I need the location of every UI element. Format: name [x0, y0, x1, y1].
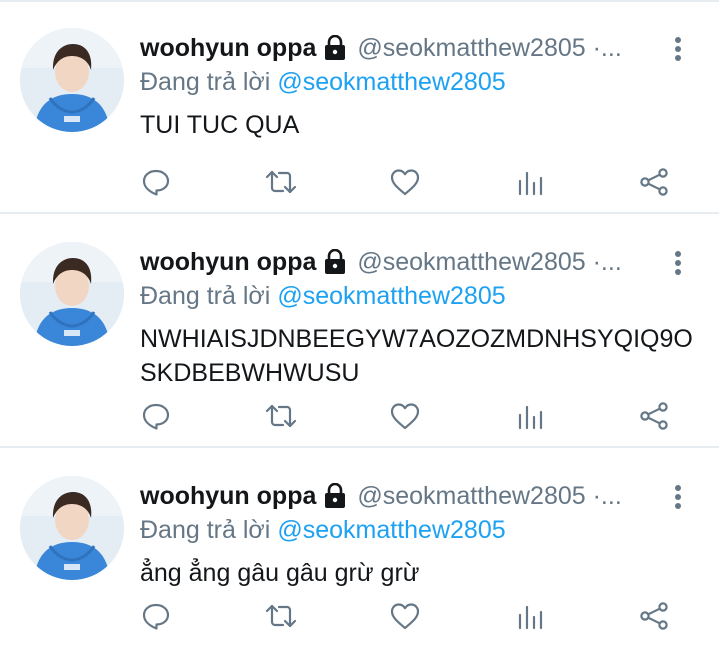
- tweet-header: woohyun oppa @seokmatthew2805 ·...: [140, 478, 622, 514]
- reply-prefix: Đang trả lời: [140, 281, 271, 310]
- tweet-feed: woohyun oppa @seokmatthew2805 ·... Đang …: [0, 0, 719, 649]
- tweet-text: NWHIAISJDNBEEGYW7AOZOZMDNHSYQIQ9OSKDBEBW…: [140, 325, 693, 387]
- retweet-icon[interactable]: [259, 596, 303, 636]
- share-icon[interactable]: [632, 596, 676, 636]
- tweet-actions: [0, 396, 719, 436]
- avatar[interactable]: [20, 476, 124, 580]
- display-name[interactable]: woohyun oppa: [140, 34, 316, 63]
- more-vertical-icon[interactable]: [664, 248, 692, 278]
- display-name[interactable]: woohyun oppa: [140, 248, 316, 277]
- user-handle[interactable]: @seokmatthew2805 ·...: [357, 482, 621, 511]
- heart-icon[interactable]: [383, 162, 427, 202]
- tweet-text: ẳng ẳng gâu gâu grừ grừ: [140, 559, 420, 587]
- share-icon[interactable]: [632, 162, 676, 202]
- heart-icon[interactable]: [383, 396, 427, 436]
- avatar[interactable]: [20, 28, 124, 132]
- analytics-icon[interactable]: [508, 596, 552, 636]
- replying-to: Đang trả lời @seokmatthew2805: [140, 66, 506, 98]
- user-handle[interactable]: @seokmatthew2805 ·...: [357, 34, 621, 63]
- share-icon[interactable]: [632, 396, 676, 436]
- user-handle[interactable]: @seokmatthew2805 ·...: [357, 248, 621, 277]
- reply-icon[interactable]: [134, 596, 178, 636]
- tweet[interactable]: woohyun oppa @seokmatthew2805 ·... Đang …: [0, 448, 719, 649]
- reply-icon[interactable]: [134, 162, 178, 202]
- reply-mention-link[interactable]: @seokmatthew2805: [277, 282, 505, 311]
- replying-to: Đang trả lời @seokmatthew2805: [140, 280, 506, 312]
- reply-mention-link[interactable]: @seokmatthew2805: [277, 516, 505, 545]
- more-vertical-icon[interactable]: [664, 482, 692, 512]
- tweet[interactable]: woohyun oppa @seokmatthew2805 ·... Đang …: [0, 214, 719, 446]
- tweet-header: woohyun oppa @seokmatthew2805 ·...: [140, 244, 622, 280]
- replying-to: Đang trả lời @seokmatthew2805: [140, 514, 506, 546]
- tweet-text: TUI TUC QUA: [140, 111, 300, 139]
- reply-icon[interactable]: [134, 396, 178, 436]
- tweet-actions: [0, 596, 719, 636]
- tweet[interactable]: woohyun oppa @seokmatthew2805 ·... Đang …: [0, 0, 719, 212]
- more-vertical-icon[interactable]: [664, 34, 692, 64]
- analytics-icon[interactable]: [508, 162, 552, 202]
- display-name[interactable]: woohyun oppa: [140, 482, 316, 511]
- lock-icon: [323, 483, 347, 509]
- reply-prefix: Đang trả lời: [140, 515, 271, 544]
- analytics-icon[interactable]: [508, 396, 552, 436]
- tweet-actions: [0, 162, 719, 202]
- reply-mention-link[interactable]: @seokmatthew2805: [277, 68, 505, 97]
- retweet-icon[interactable]: [259, 162, 303, 202]
- lock-icon: [323, 35, 347, 61]
- lock-icon: [323, 249, 347, 275]
- tweet-header: woohyun oppa @seokmatthew2805 ·...: [140, 30, 622, 66]
- reply-prefix: Đang trả lời: [140, 67, 271, 96]
- avatar[interactable]: [20, 242, 124, 346]
- heart-icon[interactable]: [383, 596, 427, 636]
- retweet-icon[interactable]: [259, 396, 303, 436]
